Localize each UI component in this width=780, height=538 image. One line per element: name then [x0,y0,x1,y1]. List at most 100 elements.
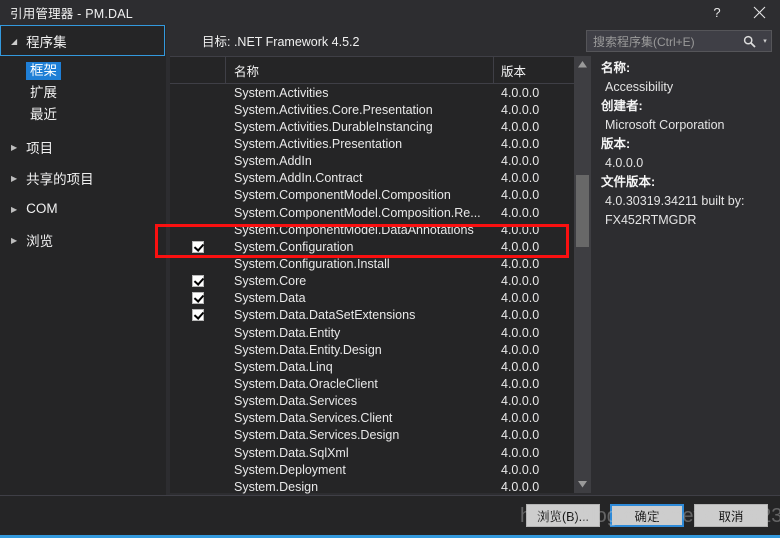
sidebar: ◢ 程序集 框架 扩展 最近 ▶ 项目 ▶ 共享的项目 ▶ COM ▶ 浏览 [0,25,166,495]
row-version: 4.0.0.0 [501,462,540,477]
row-checkbox-cell[interactable] [170,172,226,184]
row-checkbox-cell[interactable] [170,104,226,116]
table-row[interactable]: System.Data.Services 4.0.0.0 [170,393,574,410]
row-checkbox-cell[interactable] [170,258,226,270]
table-row[interactable]: System.Data.DataSetExtensions 4.0.0.0 [170,307,574,324]
table-row[interactable]: System.Data.SqlXml 4.0.0.0 [170,444,574,461]
sidebar-item-label: COM [26,201,58,216]
row-checkbox-cell[interactable] [170,464,226,476]
row-checkbox-cell[interactable] [170,292,226,305]
search-input[interactable]: 搜索程序集(Ctrl+E) [587,33,739,50]
cancel-button[interactable]: 取消 [694,504,768,527]
row-checkbox-cell[interactable] [170,275,226,288]
table-row[interactable]: System.Deployment 4.0.0.0 [170,461,574,478]
table-row[interactable]: System.Data 4.0.0.0 [170,290,574,307]
table-row[interactable]: System.Configuration.Install 4.0.0.0 [170,255,574,272]
table-row[interactable]: System.Activities 4.0.0.0 [170,84,574,101]
help-button[interactable]: ? [696,0,738,25]
detail-label-file-version: 文件版本: [601,175,656,189]
search-icon[interactable] [739,35,759,48]
close-button[interactable] [738,0,780,25]
row-name: System.Activities [234,85,329,100]
row-checkbox-cell[interactable] [170,327,226,339]
table-row[interactable]: System.Activities.Core.Presentation 4.0.0… [170,101,574,118]
column-header-version[interactable]: 版本 [494,57,574,83]
row-name: System.Activities.DurableInstancing [234,119,433,134]
sidebar-item-extensions[interactable]: 扩展 [0,82,166,104]
row-checkbox-cell[interactable] [170,240,226,253]
row-version: 4.0.0.0 [501,291,540,306]
row-checkbox-cell[interactable] [170,224,226,236]
browse-button-label: 浏览(B)... [536,510,590,524]
row-name: System.ComponentModel.Composition.Re... [234,205,481,220]
search-box[interactable]: 搜索程序集(Ctrl+E) ▾ [586,30,772,52]
row-checkbox-cell[interactable] [170,447,226,459]
scroll-up-arrow-icon[interactable] [574,56,591,73]
sidebar-group-assemblies[interactable]: ◢ 程序集 [0,25,165,56]
ok-button[interactable]: 确定 [610,504,684,527]
row-checkbox-cell[interactable] [170,412,226,424]
row-name: System.Data.Entity [234,325,341,340]
row-checkbox-cell[interactable] [170,344,226,356]
row-name: System.AddIn.Contract [234,171,363,186]
reference-manager-dialog: 引用管理器 - PM.DAL ? ◢ 程序集 框架 扩展 最近 ▶ 项目 ▶ 共… [0,0,780,538]
table-row[interactable]: System.Activities.Presentation 4.0.0.0 [170,135,574,152]
ok-button-label: 确定 [634,510,660,524]
table-row[interactable]: System.ComponentModel.Composition 4.0.0.0 [170,187,574,204]
table-row[interactable]: System.AddIn.Contract 4.0.0.0 [170,170,574,187]
sidebar-item-recent[interactable]: 最近 [0,104,166,126]
row-checkbox-cell[interactable] [170,309,226,322]
list-body[interactable]: System.Activities 4.0.0.0 System.Activitie… [170,84,574,494]
checkbox-checked-icon[interactable] [192,240,204,253]
row-checkbox-cell[interactable] [170,481,226,493]
table-row[interactable]: System.Configuration 4.0.0.0 [170,238,574,255]
sidebar-item-com[interactable]: ▶ COM [0,193,166,224]
table-row[interactable]: System.Data.Services.Design 4.0.0.0 [170,427,574,444]
row-version: 4.0.0.0 [501,171,540,186]
triangle-down-icon: ◢ [11,36,18,46]
row-checkbox-cell[interactable] [170,155,226,167]
table-row[interactable]: System.ComponentModel.DataAnnotations 4.0… [170,221,574,238]
row-checkbox-cell[interactable] [170,378,226,390]
checkbox-checked-icon[interactable] [192,275,204,288]
row-checkbox-cell[interactable] [170,121,226,133]
row-version: 4.0.0.0 [501,359,540,374]
row-checkbox-cell[interactable] [170,395,226,407]
table-row[interactable]: System.Data.Entity.Design 4.0.0.0 [170,341,574,358]
question-mark-icon: ? [713,5,721,20]
table-row[interactable]: System.Core 4.0.0.0 [170,273,574,290]
row-checkbox-cell[interactable] [170,361,226,373]
row-checkbox-cell[interactable] [170,189,226,201]
table-row[interactable]: System.AddIn 4.0.0.0 [170,153,574,170]
row-checkbox-cell[interactable] [170,87,226,99]
table-row[interactable]: System.Activities.DurableInstancing 4.0.0… [170,118,574,135]
checkbox-checked-icon[interactable] [192,292,204,305]
row-checkbox-cell[interactable] [170,429,226,441]
checkbox-checked-icon[interactable] [192,309,204,322]
title-bar: 引用管理器 - PM.DAL ? [0,0,780,25]
sidebar-item-browse[interactable]: ▶ 浏览 [0,224,166,255]
table-row[interactable]: System.Design 4.0.0.0 [170,478,574,494]
sidebar-item-projects[interactable]: ▶ 项目 [0,131,166,162]
sidebar-item-framework[interactable]: 框架 [0,60,166,82]
row-checkbox-cell[interactable] [170,207,226,219]
main-panel: 目标: .NET Framework 4.5.2 搜索程序集(Ctrl+E) ▾… [166,25,780,495]
row-checkbox-cell[interactable] [170,138,226,150]
table-row[interactable]: System.Data.Services.Client 4.0.0.0 [170,410,574,427]
row-version: 4.0.0.0 [501,239,540,254]
table-row[interactable]: System.Data.Linq 4.0.0.0 [170,358,574,375]
column-header-check[interactable] [170,57,226,83]
column-header-name[interactable]: 名称 [226,57,494,83]
table-row[interactable]: System.Data.OracleClient 4.0.0.0 [170,375,574,392]
scrollbar-thumb[interactable] [576,175,589,247]
row-version: 4.0.0.0 [501,102,540,117]
table-row[interactable]: System.ComponentModel.Composition.Re... 4… [170,204,574,221]
detail-value-version: 4.0.0.0 [605,156,644,170]
vertical-scrollbar[interactable] [574,56,591,493]
browse-button[interactable]: 浏览(B)... [526,504,600,527]
table-row[interactable]: System.Data.Entity 4.0.0.0 [170,324,574,341]
scroll-down-arrow-icon[interactable] [574,476,591,493]
chevron-down-icon[interactable]: ▾ [759,37,771,45]
row-name: System.Configuration.Install [234,256,390,271]
sidebar-item-shared-projects[interactable]: ▶ 共享的项目 [0,162,166,193]
